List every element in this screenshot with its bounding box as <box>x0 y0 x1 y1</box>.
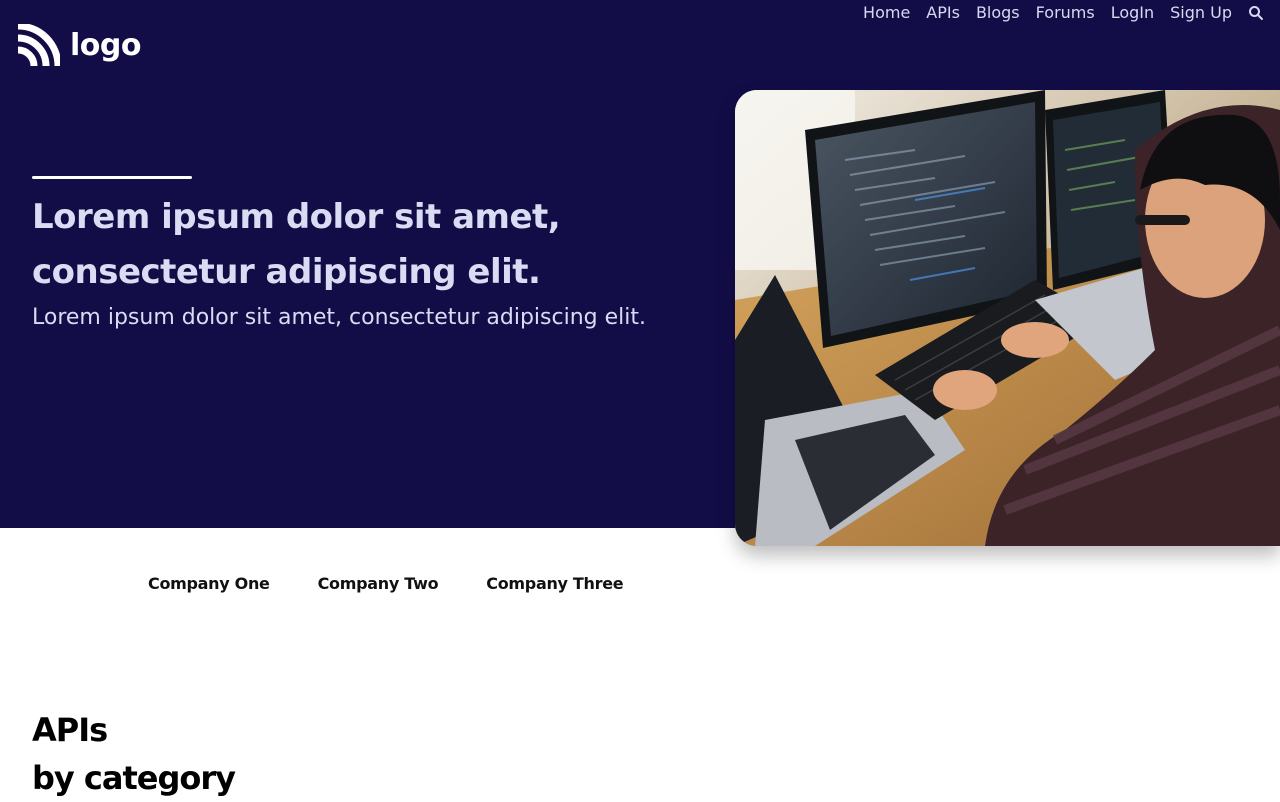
nav-blogs-link[interactable]: Blogs <box>976 2 1020 24</box>
companies-row: Company One Company Two Company Three <box>148 572 624 596</box>
nav-home-link[interactable]: Home <box>863 2 910 24</box>
hero-title: Lorem ipsum dolor sit amet, consectetur … <box>32 197 561 292</box>
nav-login-link[interactable]: LogIn <box>1111 2 1154 24</box>
hero-subtitle: Lorem ipsum dolor sit amet, consectetur … <box>32 305 646 330</box>
nav-apis-link[interactable]: APIs <box>926 2 960 24</box>
section-title: APIs by category <box>32 706 236 802</box>
nav-signup-link[interactable]: Sign Up <box>1170 2 1232 24</box>
section-title-line2: by category <box>32 759 236 797</box>
section-title-line1: APIs <box>32 711 108 749</box>
company-one: Company One <box>148 574 270 593</box>
site-logo[interactable]: logo <box>16 24 141 68</box>
hero-divider <box>32 176 192 179</box>
company-two: Company Two <box>317 574 439 593</box>
search-icon[interactable] <box>1248 5 1264 21</box>
nav-forums-link[interactable]: Forums <box>1036 2 1095 24</box>
company-three: Company Three <box>486 574 624 593</box>
top-nav: Home APIs Blogs Forums LogIn Sign Up <box>863 2 1264 24</box>
logo-text: logo <box>70 28 141 63</box>
hero-photo <box>735 90 1280 546</box>
wifi-signal-icon <box>17 24 60 67</box>
